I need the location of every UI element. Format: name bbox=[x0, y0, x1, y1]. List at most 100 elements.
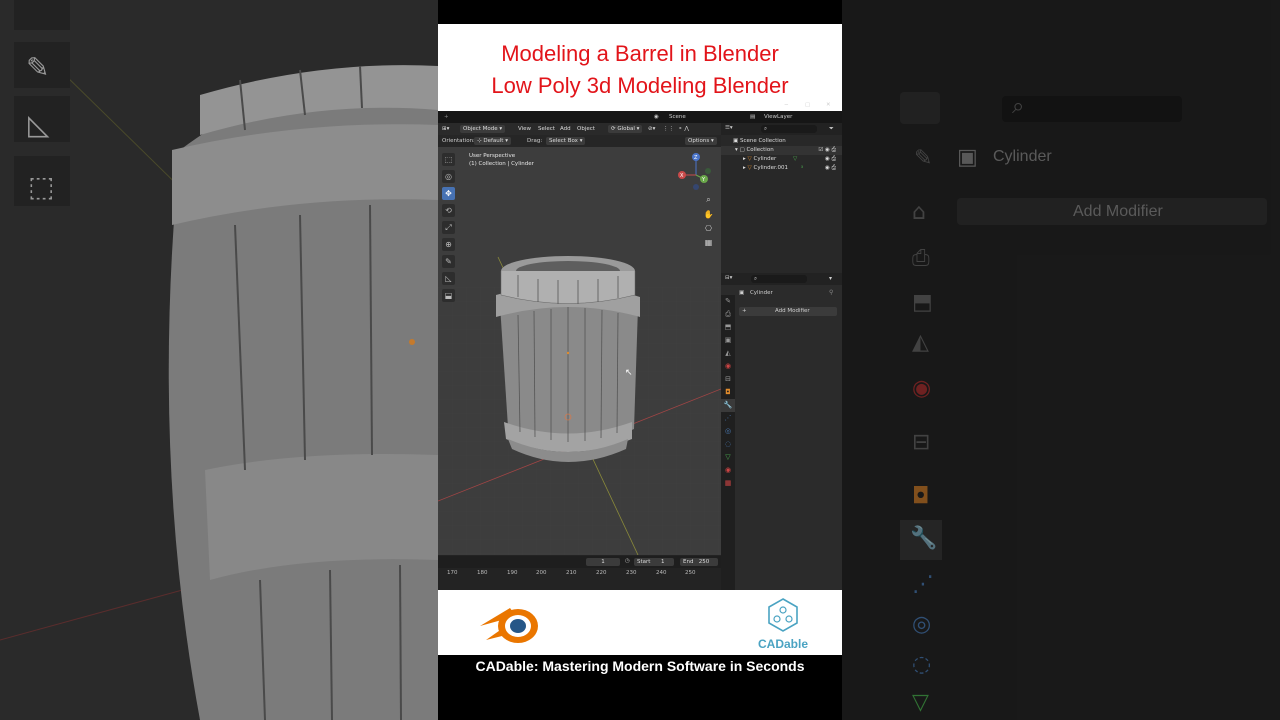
select-box-tool[interactable]: ⬚ bbox=[442, 153, 455, 166]
end-frame-field[interactable]: End 250 bbox=[680, 558, 718, 566]
viewport-perspective-label: User Perspective bbox=[469, 153, 516, 159]
add-modifier-button[interactable]: + Add Modifier bbox=[739, 307, 837, 316]
window-max-button[interactable]: ▢ bbox=[805, 101, 810, 109]
plus-icon[interactable]: + bbox=[444, 113, 449, 121]
tab-render[interactable]: ⎙ bbox=[721, 308, 735, 321]
tab-modifiers[interactable]: 🔧 bbox=[721, 399, 735, 412]
measure-tool[interactable]: ◺ bbox=[442, 272, 455, 285]
tab-particles[interactable]: ⋰ bbox=[721, 412, 735, 425]
tab-output[interactable]: ⬒ bbox=[721, 321, 735, 334]
properties-object-name: Cylinder bbox=[749, 290, 773, 296]
outliner-editor-icon[interactable]: ☰▾ bbox=[725, 125, 733, 131]
rotate-tool[interactable]: ⟲ bbox=[442, 204, 455, 217]
menu-object[interactable]: Object bbox=[577, 125, 595, 133]
background-left-viewport: ✎ ◺ ⬚ bbox=[0, 0, 438, 720]
tab-object[interactable]: ◘ bbox=[721, 386, 735, 399]
properties-editor-icon[interactable]: ⊟▾ bbox=[725, 275, 732, 281]
orientation-dropdown[interactable]: ⊹ Default ▾ bbox=[474, 137, 511, 145]
tab-data[interactable]: ▽ bbox=[721, 451, 735, 464]
drag-dropdown[interactable]: Select Box ▾ bbox=[546, 137, 586, 145]
timeline-ruler[interactable]: 170 180 190 200 210 220 230 240 250 bbox=[438, 568, 721, 580]
tab-texture[interactable]: ▦ bbox=[721, 477, 735, 490]
pan-hand-icon[interactable]: ✋ bbox=[703, 209, 714, 220]
add-cube-tool[interactable]: ⬓ bbox=[442, 289, 455, 302]
blender-logo bbox=[480, 608, 538, 643]
camera-icon[interactable]: ⎔ bbox=[703, 223, 714, 234]
snap-icon[interactable]: ⋮⋮ bbox=[663, 125, 674, 133]
cursor-tool[interactable]: ◎ bbox=[442, 170, 455, 183]
tick-190: 190 bbox=[507, 570, 518, 576]
add-icon: + bbox=[742, 308, 747, 314]
menu-select[interactable]: Select bbox=[538, 125, 555, 133]
window-min-button[interactable]: − bbox=[784, 101, 789, 109]
barrel-model[interactable] bbox=[496, 256, 640, 462]
outliner: ☰▾ ⌕ ⏷ ▣ Scene Collection ▾ ▢ Collection… bbox=[721, 123, 842, 273]
proportional-edit-icon[interactable]: ⚬ ⋀ bbox=[678, 125, 689, 133]
tick-230: 230 bbox=[626, 570, 637, 576]
tab-tool[interactable]: ✎ bbox=[721, 295, 735, 308]
outliner-item-cylinder-001[interactable]: ▸ ▽ Cylinder.001 ˠ ◉ ⎙ bbox=[721, 164, 842, 173]
scene-field[interactable]: Scene bbox=[669, 113, 686, 121]
pin-icon[interactable]: ⚲ bbox=[829, 289, 833, 296]
title-band: Modeling a Barrel in Blender Low Poly 3d… bbox=[438, 24, 842, 111]
tab-collection[interactable]: ⊟ bbox=[721, 373, 735, 386]
tab-constraints[interactable]: ◌ bbox=[721, 438, 735, 451]
outliner-item-cylinder[interactable]: ▸ ▽ Cylinder ▽ ◉ ⎙ bbox=[721, 155, 842, 164]
timeline-header: 1 ◷ Start 1 End 250 bbox=[438, 556, 721, 568]
properties-tabs: ✎ ⎙ ⬒ ▣ ◭ ◉ ⊟ ◘ 🔧 ⋰ ◎ ◌ ▽ ◉ ▦ bbox=[721, 295, 735, 590]
mode-dropdown[interactable]: Object Mode ▾ bbox=[460, 125, 506, 133]
tick-180: 180 bbox=[477, 570, 488, 576]
annotate-tool[interactable]: ✎ bbox=[442, 255, 455, 268]
menu-add[interactable]: Add bbox=[560, 125, 571, 133]
tab-world[interactable]: ◉ bbox=[721, 360, 735, 373]
title-line-2: Low Poly 3d Modeling Blender bbox=[491, 73, 789, 98]
options-dropdown[interactable]: Options ▾ bbox=[685, 137, 717, 145]
menu-view[interactable]: View bbox=[518, 125, 531, 133]
ortho-grid-icon[interactable]: ▦ bbox=[703, 237, 714, 248]
outliner-collection[interactable]: ▾ ▢ Collection ☑ ◉ ⎙ bbox=[721, 146, 842, 155]
properties-search-input[interactable]: ⌕ bbox=[751, 275, 807, 283]
move-tool[interactable]: ✥ bbox=[442, 187, 455, 200]
background-right-properties: ⌕ ✎ ▣ Cylinder Add Modifier ⌂ ⎙ ⬒ ◭ ◉ ⊟ … bbox=[842, 0, 1280, 720]
tab-physics[interactable]: ◎ bbox=[721, 425, 735, 438]
video-frame: ✎ ◺ ⬚ ⌕ ✎ ▣ Cylinder Add Modifier ⌂ ⎙ ⬒ … bbox=[0, 0, 1280, 720]
view-layer-icon[interactable]: ▤ bbox=[750, 113, 755, 121]
viewport-scene[interactable]: Z X Y ↖ bbox=[438, 147, 721, 555]
editor-type-icon[interactable]: ⊞▾ bbox=[442, 125, 449, 133]
viewport-header: ⊞▾ Object Mode ▾ View Select Add Object … bbox=[438, 123, 721, 135]
logo-band: CADable bbox=[438, 590, 842, 655]
gizmo-z-label: Z bbox=[694, 155, 698, 161]
clock-icon[interactable]: ◷ bbox=[625, 558, 630, 564]
properties-options-icon[interactable]: ▾ bbox=[829, 275, 832, 282]
footer-tagline: CADable: Mastering Modern Software in Se… bbox=[475, 658, 805, 674]
view-layer-field[interactable]: ViewLayer bbox=[764, 113, 792, 121]
blender-window: + ◉ Scene ▤ ViewLayer − ▢ ✕ ⊞▾ Object Mo… bbox=[438, 102, 842, 590]
filter-icon[interactable]: ⏷ bbox=[829, 125, 834, 133]
3d-viewport[interactable]: Z X Y ↖ User Perspective (1) Collection … bbox=[438, 147, 721, 555]
background-barrel-zoom: ✎ ◺ ⬚ bbox=[0, 0, 438, 720]
object-icon: ▣ bbox=[739, 290, 745, 296]
tab-scene[interactable]: ◭ bbox=[721, 347, 735, 360]
transform-tool[interactable]: ⊕ bbox=[442, 238, 455, 251]
transform-orientation-dropdown[interactable]: ⟳ Global ▾ bbox=[608, 125, 643, 133]
scale-tool[interactable]: ⤢ bbox=[442, 221, 455, 234]
pivot-icon[interactable]: ⊘▾ bbox=[648, 125, 655, 133]
center-column: Modeling a Barrel in Blender Low Poly 3d… bbox=[438, 0, 842, 720]
timeline: 1 ◷ Start 1 End 250 170 180 190 200 210 … bbox=[438, 555, 721, 590]
svg-text:◺: ◺ bbox=[28, 108, 50, 141]
window-close-button[interactable]: ✕ bbox=[826, 101, 831, 109]
zoom-icon[interactable]: ⌕ bbox=[703, 194, 714, 205]
start-frame-field[interactable]: Start 1 bbox=[634, 558, 674, 566]
tab-material[interactable]: ◉ bbox=[721, 464, 735, 477]
tick-170: 170 bbox=[447, 570, 458, 576]
current-frame-field[interactable]: 1 bbox=[586, 558, 620, 566]
properties-object-row: ▣ Cylinder bbox=[739, 289, 773, 298]
scene-icon[interactable]: ◉ bbox=[654, 113, 659, 121]
cadable-logo-icon bbox=[768, 598, 798, 632]
outliner-scene-collection[interactable]: ▣ Scene Collection bbox=[721, 137, 842, 146]
tick-200: 200 bbox=[536, 570, 547, 576]
tab-view-layer[interactable]: ▣ bbox=[721, 334, 735, 347]
outliner-search-input[interactable]: ⌕ bbox=[761, 125, 817, 133]
svg-text:⬚: ⬚ bbox=[28, 170, 54, 203]
toolbar: ⬚ ◎ ✥ ⟲ ⤢ ⊕ ✎ ◺ ⬓ bbox=[442, 153, 456, 306]
